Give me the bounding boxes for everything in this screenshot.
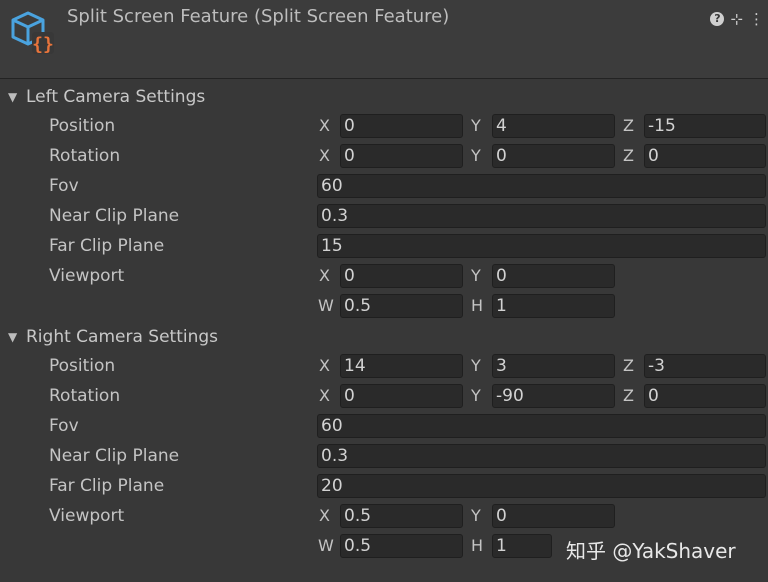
- left-viewport-h-field[interactable]: 1: [492, 294, 615, 318]
- left-viewport-y-field[interactable]: 0: [492, 264, 615, 288]
- left-rotation-z-field[interactable]: 0: [644, 144, 766, 168]
- kebab-menu-icon[interactable]: ⋮: [749, 10, 764, 28]
- left-position-z-field[interactable]: -15: [644, 114, 766, 138]
- axis-y-label[interactable]: Y: [471, 113, 481, 139]
- axis-z-label[interactable]: Z: [623, 143, 634, 169]
- left-camera-foldout[interactable]: ▼ Left Camera Settings: [0, 86, 768, 108]
- near-clip-label: Near Clip Plane: [49, 206, 180, 226]
- fov-label: Fov: [49, 416, 79, 436]
- far-clip-label: Far Clip Plane: [49, 476, 165, 496]
- axis-x-label[interactable]: X: [319, 503, 330, 529]
- right-fov-field[interactable]: 60: [317, 414, 766, 438]
- axis-y-label[interactable]: Y: [471, 263, 481, 289]
- left-viewport-x-field[interactable]: 0: [340, 264, 463, 288]
- axis-x-label[interactable]: X: [319, 383, 330, 409]
- right-near-clip-field[interactable]: 0.3: [317, 444, 766, 468]
- right-position-y-field[interactable]: 3: [492, 354, 615, 378]
- axis-y-label[interactable]: Y: [471, 143, 481, 169]
- axis-y-label[interactable]: Y: [471, 383, 481, 409]
- position-label: Position: [49, 356, 116, 376]
- right-viewport-h-field[interactable]: 1: [492, 534, 552, 558]
- right-rotation-z-field[interactable]: 0: [644, 384, 766, 408]
- right-viewport-w-field[interactable]: 0.5: [340, 534, 463, 558]
- header-buttons: ? ⊹ ⋮: [710, 10, 764, 28]
- axis-z-label[interactable]: Z: [623, 383, 634, 409]
- axis-z-label[interactable]: Z: [623, 353, 634, 379]
- right-viewport-x-field[interactable]: 0.5: [340, 504, 463, 528]
- left-position-y-field[interactable]: 4: [492, 114, 615, 138]
- script-component-icon: {}: [11, 11, 54, 55]
- help-icon[interactable]: ?: [710, 12, 725, 26]
- right-viewport-y-field[interactable]: 0: [492, 504, 615, 528]
- near-clip-label: Near Clip Plane: [49, 446, 180, 466]
- presets-icon[interactable]: ⊹: [730, 10, 743, 28]
- axis-w-label[interactable]: W: [318, 293, 334, 319]
- foldout-arrow-icon[interactable]: ▼: [8, 86, 17, 108]
- axis-h-label[interactable]: H: [471, 293, 483, 319]
- right-far-clip-field[interactable]: 20: [317, 474, 766, 498]
- position-label: Position: [49, 116, 116, 136]
- left-rotation-x-field[interactable]: 0: [340, 144, 463, 168]
- rotation-label: Rotation: [49, 146, 121, 166]
- viewport-label: Viewport: [49, 506, 125, 526]
- right-camera-foldout[interactable]: ▼ Right Camera Settings: [0, 326, 768, 348]
- watermark: 知乎 @YakShaver: [566, 539, 736, 563]
- rotation-label: Rotation: [49, 386, 121, 406]
- axis-y-label[interactable]: Y: [471, 503, 481, 529]
- section-title: Left Camera Settings: [26, 87, 206, 107]
- right-position-x-field[interactable]: 14: [340, 354, 463, 378]
- right-position-z-field[interactable]: -3: [644, 354, 766, 378]
- axis-z-label[interactable]: Z: [623, 113, 634, 139]
- foldout-arrow-icon[interactable]: ▼: [8, 326, 17, 348]
- fov-label: Fov: [49, 176, 79, 196]
- component-header: {} Split Screen Feature (Split Screen Fe…: [0, 0, 768, 79]
- component-title: Split Screen Feature (Split Screen Featu…: [67, 6, 450, 27]
- axis-y-label[interactable]: Y: [471, 353, 481, 379]
- svg-text:{}: {}: [32, 34, 54, 55]
- left-far-clip-field[interactable]: 15: [317, 234, 766, 258]
- left-viewport-w-field[interactable]: 0.5: [340, 294, 463, 318]
- right-rotation-y-field[interactable]: -90: [492, 384, 615, 408]
- section-title: Right Camera Settings: [26, 327, 219, 347]
- axis-x-label[interactable]: X: [319, 263, 330, 289]
- axis-x-label[interactable]: X: [319, 143, 330, 169]
- axis-h-label[interactable]: H: [471, 533, 483, 559]
- axis-w-label[interactable]: W: [318, 533, 334, 559]
- axis-x-label[interactable]: X: [319, 353, 330, 379]
- left-near-clip-field[interactable]: 0.3: [317, 204, 766, 228]
- left-fov-field[interactable]: 60: [317, 174, 766, 198]
- far-clip-label: Far Clip Plane: [49, 236, 165, 256]
- axis-x-label[interactable]: X: [319, 113, 330, 139]
- viewport-label: Viewport: [49, 266, 125, 286]
- left-rotation-y-field[interactable]: 0: [492, 144, 615, 168]
- left-position-x-field[interactable]: 0: [340, 114, 463, 138]
- right-rotation-x-field[interactable]: 0: [340, 384, 463, 408]
